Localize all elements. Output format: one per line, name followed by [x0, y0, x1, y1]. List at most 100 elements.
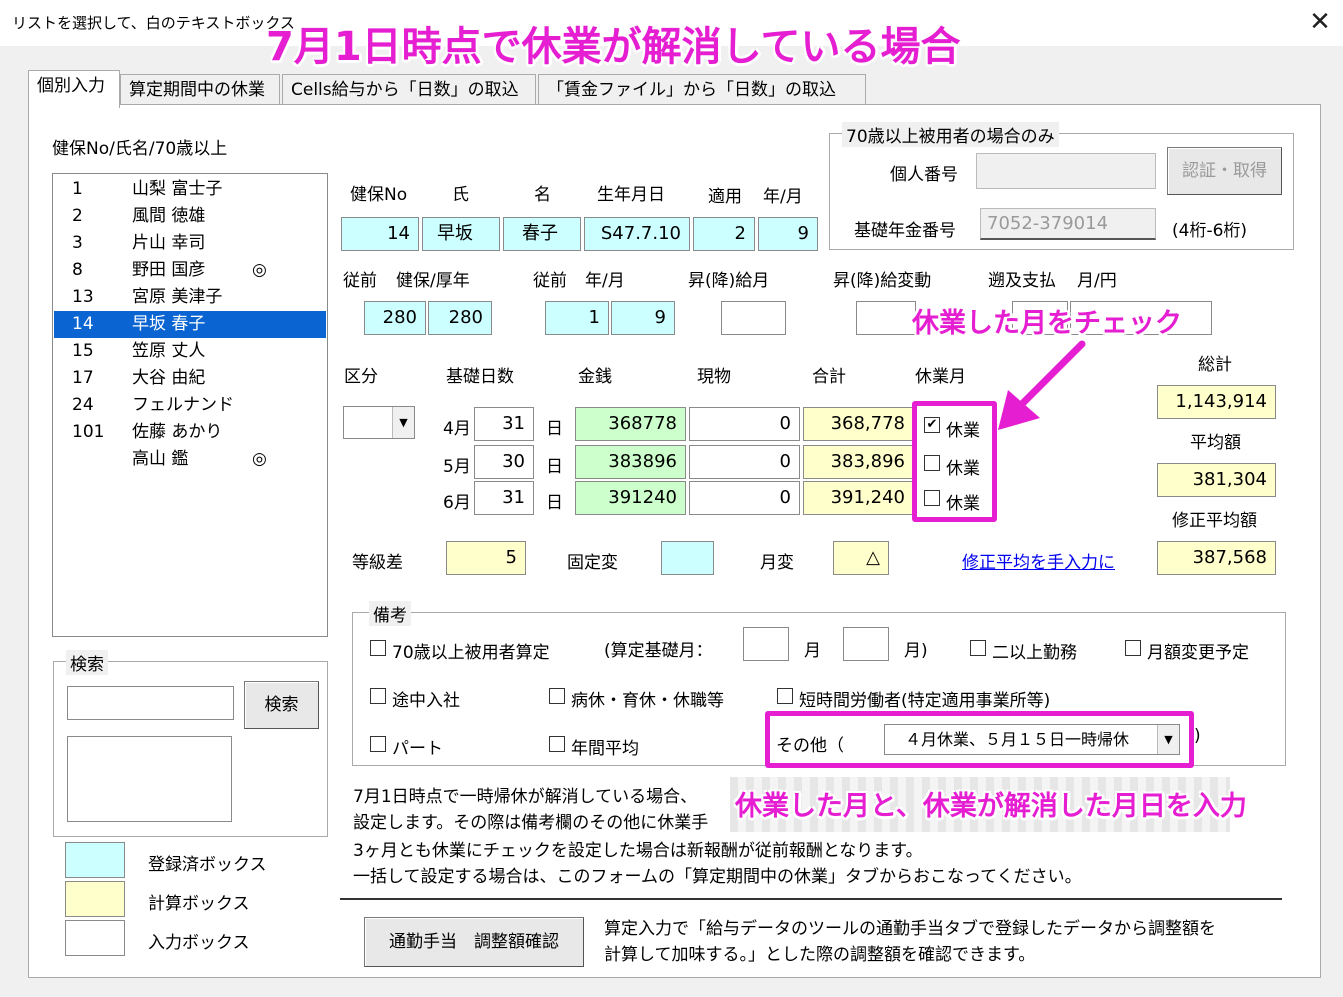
tab-wage-file-import[interactable]: 「賃金ファイル」から「日数」の取込	[538, 74, 866, 106]
day-unit: 日	[546, 457, 563, 477]
tab-leave-period[interactable]: 算定期間中の休業	[120, 74, 280, 106]
legend-input-label: 入力ボックス	[148, 933, 250, 953]
sick-leave-checkbox[interactable]	[549, 688, 565, 704]
pension-no-field[interactable]: 7052-379014	[980, 208, 1156, 240]
search-results-list[interactable]	[67, 736, 232, 822]
fixed-change-field	[661, 541, 714, 575]
raise-month-label: 昇(降)給月	[688, 271, 770, 291]
total-field: 383,896	[803, 445, 914, 479]
info-line-1: 7月1日時点で一時帰休が解消している場合、	[353, 787, 698, 807]
grade-diff-label: 等級差	[352, 553, 403, 573]
goods-field[interactable]: 0	[689, 407, 800, 441]
list-item[interactable]: 2 風間 徳雄	[54, 203, 326, 230]
close-icon[interactable]: ✕	[1300, 4, 1340, 40]
sei-field[interactable]: 早坂	[422, 217, 500, 251]
multi-work-checkbox[interactable]	[970, 640, 986, 656]
cash-field[interactable]: 383896	[575, 445, 686, 479]
header-no: 健保No	[350, 185, 408, 205]
list-item[interactable]: 8 野田 国彦 ◎	[54, 257, 326, 284]
kubun-label: 区分	[344, 367, 378, 387]
legend-swatch-registered	[65, 842, 125, 878]
prev-kenpo-field[interactable]: 280	[364, 301, 426, 335]
list-item[interactable]: 13 宮原 美津子	[54, 284, 326, 311]
prev-kounen-field[interactable]: 280	[428, 301, 492, 335]
part-checkbox[interactable]	[370, 736, 386, 752]
list-item-selected[interactable]: 14 早坂 春子	[54, 311, 326, 338]
header-mei: 名	[534, 185, 551, 205]
commute-desc-1: 算定入力で「給与データのツールの通勤手当タブで登録したデータから調整額を	[604, 919, 1216, 939]
mei-field[interactable]: 春子	[503, 217, 581, 251]
raise-change-field[interactable]	[856, 301, 916, 335]
divider	[340, 898, 1282, 900]
list-item[interactable]: 15 笠原 丈人	[54, 338, 326, 365]
header-ym: 年/月	[763, 187, 803, 207]
apply-month-field[interactable]: 9	[758, 217, 818, 251]
tab-individual[interactable]: 個別入力	[28, 70, 120, 108]
goods-field[interactable]: 0	[689, 481, 800, 515]
midjoin-label: 途中入社	[392, 691, 460, 711]
base-month-from-field[interactable]	[743, 627, 789, 661]
employee-list[interactable]: 1 山梨 富士子 2 風間 徳雄 3 片山 幸司 8 野田 国彦 ◎ 13 宮原 美津子 1…	[52, 173, 328, 637]
search-button[interactable]: 検索	[244, 681, 319, 729]
days-field[interactable]: 31	[474, 407, 534, 441]
auth-button[interactable]: 認証・取得	[1167, 147, 1282, 195]
apply-year-field[interactable]: 2	[693, 217, 755, 251]
birth-field[interactable]: S47.7.10	[584, 217, 690, 251]
header-sei: 氏	[452, 185, 469, 205]
over70-calc-label: 70歳以上被用者算定	[392, 643, 550, 663]
commute-desc-2: 計算して加味する。」とした際の調整額を確認できます。	[604, 945, 1036, 965]
month-label: 5月	[443, 457, 471, 477]
goods-field[interactable]: 0	[689, 445, 800, 479]
prev-kenpo-kounen-label: 健保/厚年	[396, 271, 470, 291]
list-item[interactable]: 101 佐藤 あかり	[54, 419, 326, 446]
legend-swatch-input	[65, 920, 125, 956]
list-item[interactable]: 3 片山 幸司	[54, 230, 326, 257]
base-month-to-field[interactable]	[843, 627, 889, 661]
days-field[interactable]: 31	[474, 481, 534, 515]
prev-month-field[interactable]: 9	[611, 301, 675, 335]
monthly-change-field: △	[833, 541, 889, 575]
grand-total-field: 1,143,914	[1157, 385, 1276, 419]
prev-label: 従前	[343, 271, 377, 291]
list-item[interactable]: 1 山梨 富士子	[54, 176, 326, 203]
change-plan-checkbox[interactable]	[1125, 640, 1141, 656]
manual-adjusted-average-link[interactable]: 修正平均を手入力に	[962, 548, 1115, 573]
list-item[interactable]: 24 フェルナンド	[54, 392, 326, 419]
cash-field[interactable]: 391240	[575, 481, 686, 515]
legend-swatch-calc	[65, 881, 125, 917]
tab-cells-import[interactable]: Cells給与から「日数」の取込	[282, 74, 536, 106]
prev-year-field[interactable]: 1	[545, 301, 609, 335]
kenpo-no-field[interactable]: 14	[341, 217, 419, 251]
personal-no-field[interactable]	[976, 153, 1156, 189]
over70-title: 70歳以上被用者の場合のみ	[842, 122, 1059, 147]
day-unit: 日	[546, 493, 563, 513]
pension-no-label: 基礎年金番号	[854, 221, 956, 241]
window-title: リストを選択して、白のテキストボックス	[12, 14, 295, 32]
kubun-dropdown[interactable]: ▼	[343, 406, 415, 439]
prev-label-2: 従前	[533, 271, 567, 291]
list-header: 健保No/氏名/70歳以上	[52, 139, 228, 159]
midjoin-checkbox[interactable]	[370, 688, 386, 704]
other-close: )	[1194, 726, 1201, 746]
list-item[interactable]: 17 大谷 由紀	[54, 365, 326, 392]
prev-ym-label: 年/月	[585, 271, 625, 291]
short-time-label: 短時間労働者(特定適用事業所等)	[799, 691, 1051, 711]
cash-field[interactable]: 368778	[575, 407, 686, 441]
short-time-checkbox[interactable]	[777, 688, 793, 704]
search-input[interactable]	[67, 686, 234, 720]
annual-average-label: 年間平均	[571, 739, 639, 759]
fixed-change-label: 固定変	[567, 553, 618, 573]
leave-highlight-box	[912, 401, 997, 522]
list-item[interactable]: 高山 鑑 ◎	[54, 446, 326, 473]
base-month-label: (算定基礎月：	[604, 641, 713, 661]
days-field[interactable]: 30	[474, 445, 534, 479]
total-header: 合計	[812, 367, 846, 387]
monthly-change-label: 月変	[760, 553, 794, 573]
annual-average-checkbox[interactable]	[549, 736, 565, 752]
month-label: 4月	[443, 419, 471, 439]
over70-calc-checkbox[interactable]	[370, 640, 386, 656]
commute-adjust-button[interactable]: 通勤手当 調整額確認	[364, 917, 584, 967]
chevron-down-icon[interactable]: ▼	[392, 407, 414, 438]
legend-registered-label: 登録済ボックス	[148, 855, 267, 875]
raise-month-field[interactable]	[721, 301, 786, 335]
